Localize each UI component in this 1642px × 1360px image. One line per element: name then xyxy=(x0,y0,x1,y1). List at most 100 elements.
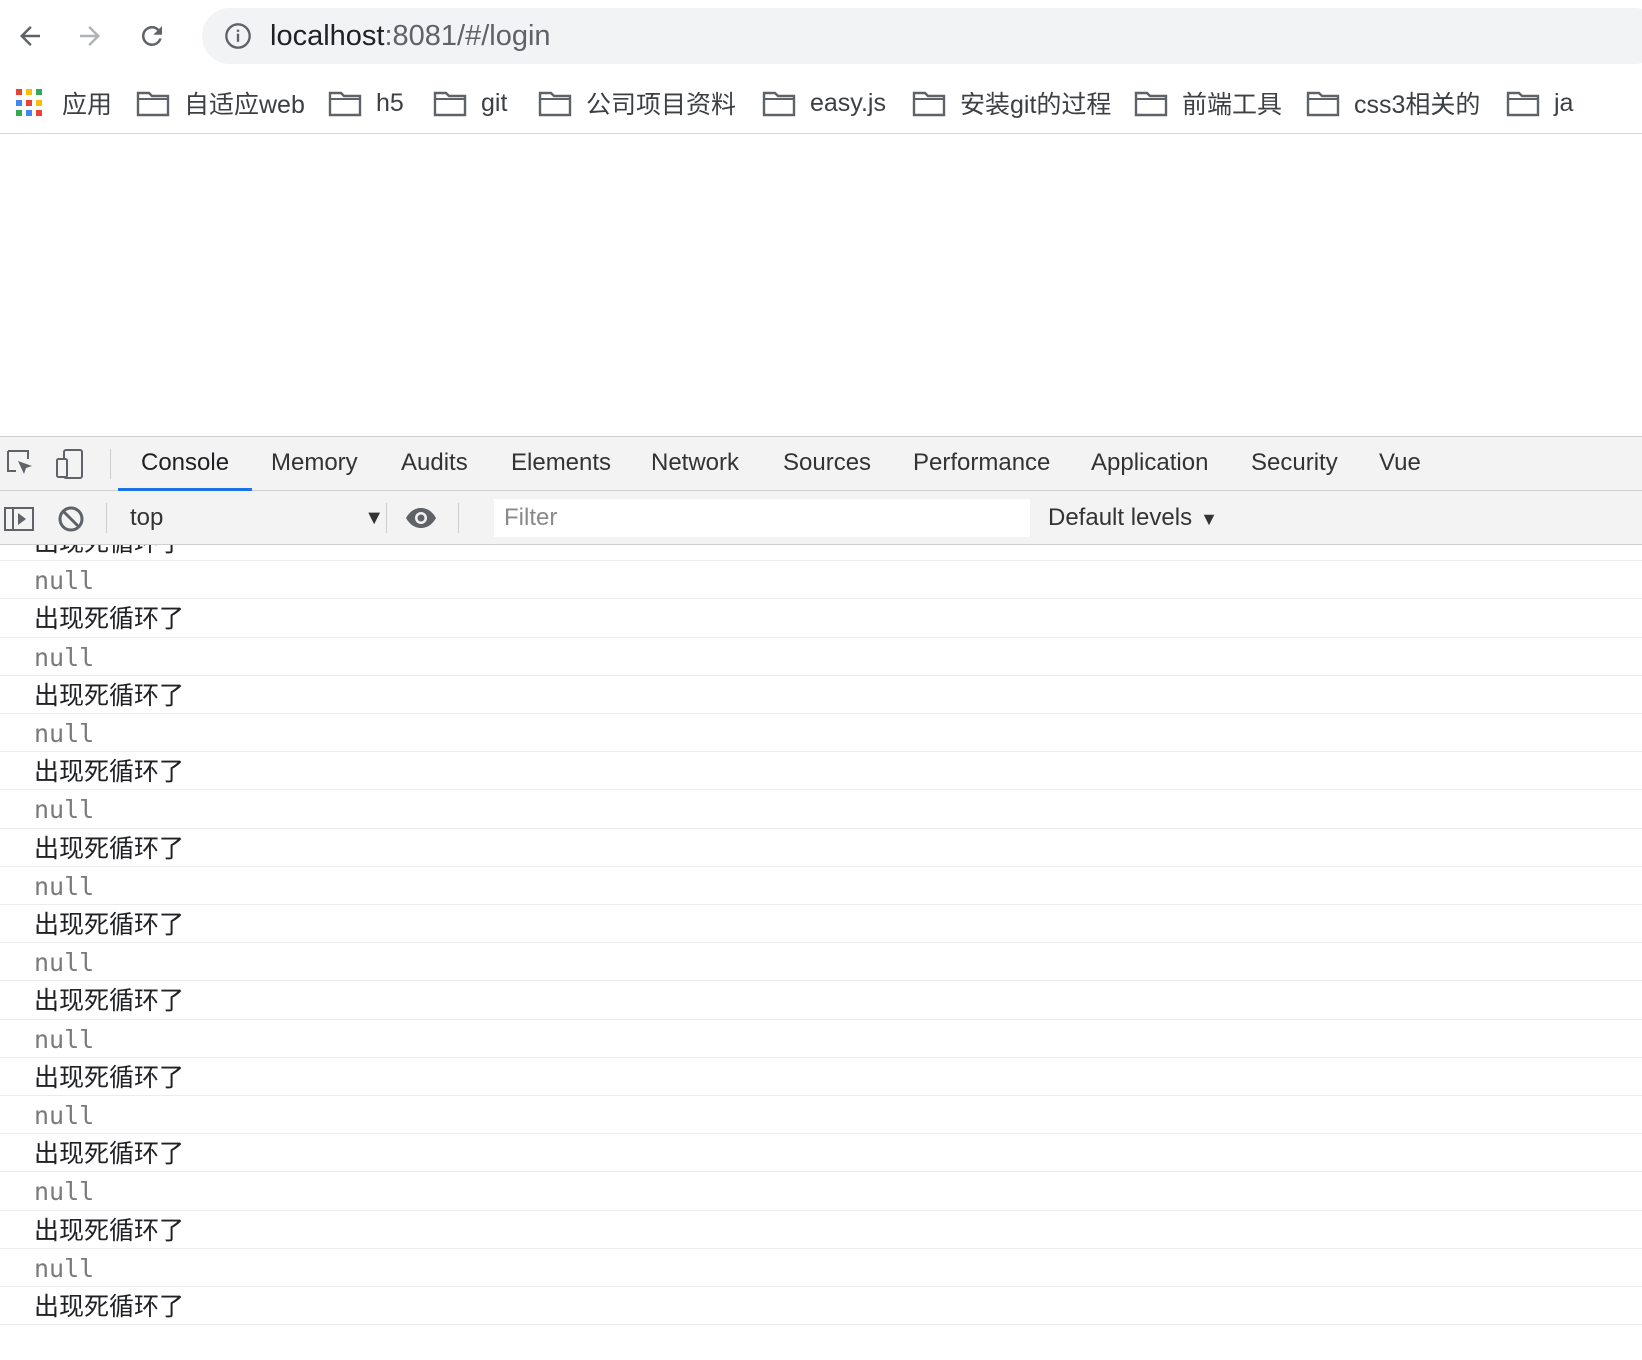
console-message: 出现死循环了 xyxy=(0,1134,1642,1173)
console-log-text: 出现死循环了 xyxy=(34,1139,185,1169)
console-null-value: null xyxy=(34,1101,95,1130)
console-log-text: 出现死循环了 xyxy=(34,1292,185,1321)
console-log-text: 出现死循环了 xyxy=(34,604,185,634)
toolbar-divider xyxy=(458,503,459,533)
console-message: null xyxy=(0,561,1642,600)
folder-icon xyxy=(538,91,572,117)
tab-vue[interactable]: Vue xyxy=(1356,437,1444,491)
bookmark-label: css3相关的 xyxy=(1354,91,1481,119)
console-log-text: 出现死循环了 xyxy=(34,833,185,863)
console-log-text: 出现死循环了 xyxy=(34,1062,185,1092)
bookmark-folder[interactable]: css3相关的 xyxy=(1306,84,1480,122)
bookmark-label: 公司项目资料 xyxy=(586,91,737,119)
tab-memory[interactable]: Memory xyxy=(248,437,381,491)
dropdown-arrow-icon: ▼ xyxy=(364,507,384,529)
forward-button[interactable] xyxy=(68,14,112,58)
console-message: null xyxy=(0,1020,1642,1058)
context-value: top xyxy=(130,504,164,531)
tab-console[interactable]: Console xyxy=(118,437,253,491)
inspect-element-icon[interactable] xyxy=(4,447,38,481)
bookmark-label: ja xyxy=(1554,88,1574,117)
console-log-text: 出现死循环了 xyxy=(34,680,185,710)
console-log-text: 出现死循环了 xyxy=(34,986,185,1016)
console-message: null xyxy=(0,1249,1642,1287)
bookmark-folder[interactable]: 自适应web xyxy=(136,84,305,122)
console-message: 出现死循环了 xyxy=(0,829,1642,867)
console-null-value: null xyxy=(34,1177,95,1207)
apps-grid-icon xyxy=(16,89,44,117)
back-button[interactable] xyxy=(8,14,52,58)
console-message: 出现死循环了 xyxy=(0,1287,1642,1326)
folder-icon xyxy=(1134,91,1168,117)
console-output: 出现死循环了 null 出现死循环了 null 出现死循环了 null 出现死循环了 null… xyxy=(0,545,1642,1360)
console-message: null xyxy=(0,1172,1642,1211)
toolbar-divider xyxy=(106,503,107,533)
url-path: :8081/#/login xyxy=(384,20,551,52)
reload-icon xyxy=(141,25,162,46)
context-selector[interactable]: top ▼ xyxy=(118,499,394,537)
console-log-text: 出现死循环了 xyxy=(34,757,185,787)
console-message: null xyxy=(0,943,1642,982)
console-message: null xyxy=(0,1096,1642,1135)
tab-sources[interactable]: Sources xyxy=(760,437,894,491)
console-message: 出现死循环了 xyxy=(0,545,1642,562)
eye-icon[interactable] xyxy=(404,501,438,535)
devtools-tab-bar: Console Memory Audits Elements Network S… xyxy=(0,436,1642,491)
tab-application[interactable]: Application xyxy=(1068,437,1231,491)
bookmark-folder[interactable]: 安装git的过程 xyxy=(912,84,1111,122)
info-icon[interactable] xyxy=(224,22,252,50)
console-message: 出现死循环了 xyxy=(0,981,1642,1020)
tab-audits[interactable]: Audits xyxy=(378,437,491,491)
filter-input[interactable] xyxy=(494,499,1030,537)
console-null-value: null xyxy=(34,948,95,978)
toolbar-divider xyxy=(386,503,387,533)
arrow-right-icon xyxy=(80,26,100,46)
arrow-left-icon xyxy=(20,26,40,46)
console-null-value: null xyxy=(34,566,95,596)
folder-icon xyxy=(136,91,170,117)
console-message: 出现死循环了 xyxy=(0,1058,1642,1096)
bookmark-label: git xyxy=(481,88,508,117)
console-message: 出现死循环了 xyxy=(0,905,1642,944)
bookmark-folder[interactable]: git xyxy=(433,84,507,122)
folder-icon xyxy=(1506,91,1540,117)
tab-elements[interactable]: Elements xyxy=(488,437,634,491)
console-null-value: null xyxy=(34,871,95,901)
folder-icon xyxy=(1306,91,1340,117)
reload-button[interactable] xyxy=(130,14,174,58)
device-toolbar-icon[interactable] xyxy=(54,447,88,481)
bookmark-label: 安装git的过程 xyxy=(960,91,1112,119)
log-levels-dropdown[interactable]: Default levels ▼ xyxy=(1048,499,1218,537)
bookmark-folder[interactable]: 前端工具 xyxy=(1134,84,1282,122)
console-null-value: null xyxy=(34,1253,95,1283)
console-message: 出现死循环了 xyxy=(0,676,1642,714)
page-viewport xyxy=(0,135,1642,436)
tab-security[interactable]: Security xyxy=(1228,437,1361,491)
folder-icon xyxy=(433,91,467,117)
console-toolbar: top ▼ Default levels ▼ xyxy=(0,491,1642,545)
bookmark-label: easy.js xyxy=(810,88,886,117)
address-bar[interactable]: localhost:8081/#/login xyxy=(202,8,1642,64)
console-message: null xyxy=(0,638,1642,676)
url-text[interactable]: localhost:8081/#/login xyxy=(270,20,551,52)
bookmark-folder[interactable]: 公司项目资料 xyxy=(538,84,736,122)
folder-icon xyxy=(762,91,796,117)
console-message: null xyxy=(0,714,1642,753)
clear-console-icon[interactable] xyxy=(54,501,88,535)
console-null-value: null xyxy=(34,1024,95,1054)
dropdown-arrow-icon: ▼ xyxy=(1200,509,1218,529)
tab-network[interactable]: Network xyxy=(628,437,762,491)
bookmark-label: 应用 xyxy=(62,91,113,119)
bookmark-folder[interactable]: easy.js xyxy=(762,84,886,122)
console-log-text: 出现死循环了 xyxy=(34,1215,185,1245)
folder-icon xyxy=(328,91,362,117)
console-null-value: null xyxy=(34,795,95,825)
bookmark-apps[interactable]: 应用 xyxy=(16,84,112,122)
bookmark-folder[interactable]: h5 xyxy=(328,84,404,122)
console-message: null xyxy=(0,790,1642,829)
bookmark-folder[interactable]: ja xyxy=(1506,84,1573,122)
url-host: localhost xyxy=(270,20,385,52)
console-log-text: 出现死循环了 xyxy=(34,545,184,559)
tab-performance[interactable]: Performance xyxy=(890,437,1073,491)
sidebar-toggle-icon[interactable] xyxy=(2,501,36,535)
